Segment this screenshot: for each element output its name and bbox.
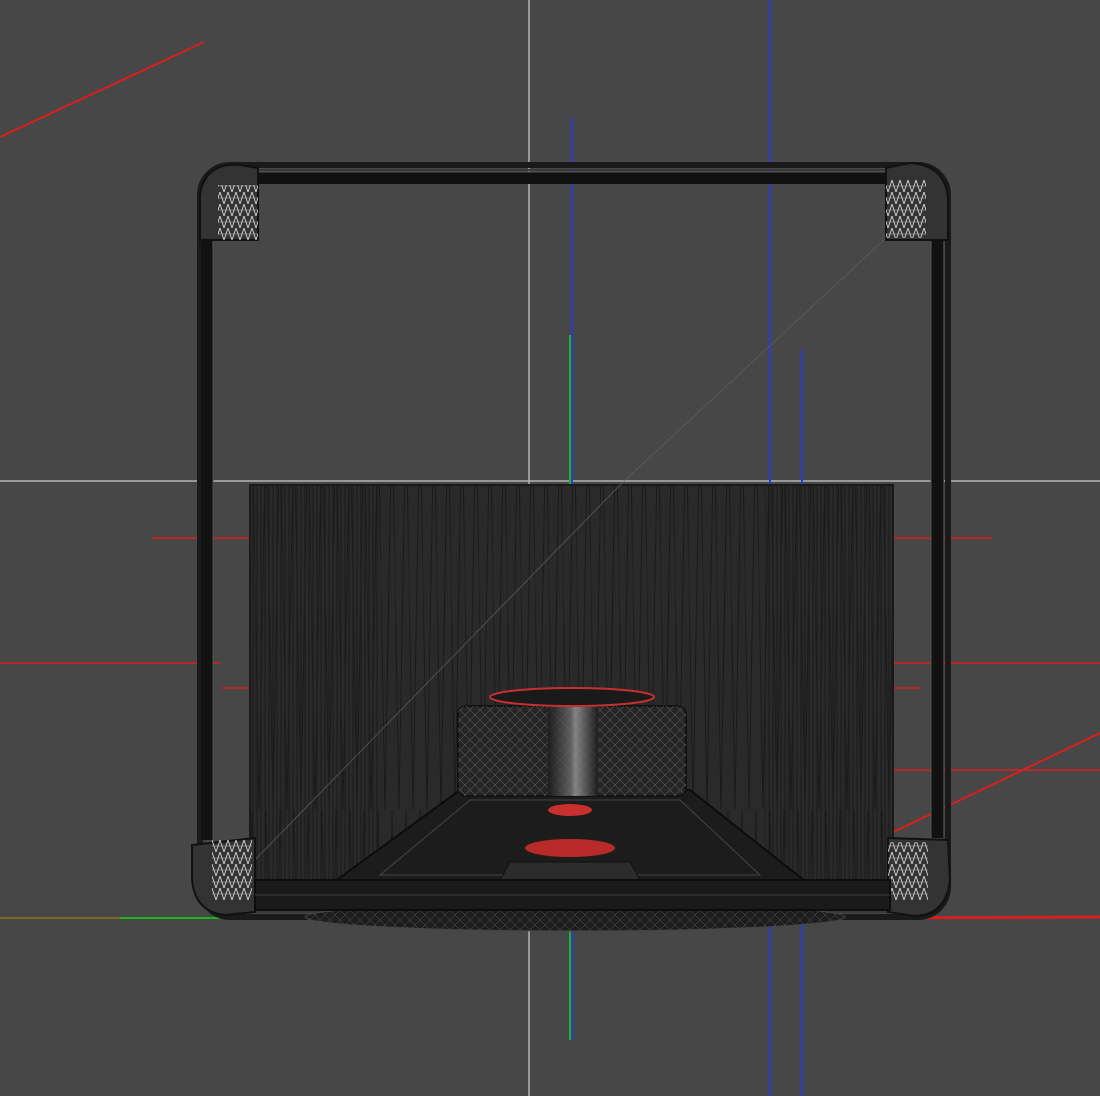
viewport-canvas[interactable] xyxy=(0,0,1100,1096)
corner-protector xyxy=(199,163,259,241)
3d-viewport[interactable] xyxy=(0,0,1100,1096)
corner-protector xyxy=(191,836,256,917)
cabinet-base xyxy=(254,879,891,911)
corner-protector xyxy=(885,161,949,241)
corner-protector xyxy=(887,836,952,918)
x-axis-line xyxy=(0,41,205,138)
